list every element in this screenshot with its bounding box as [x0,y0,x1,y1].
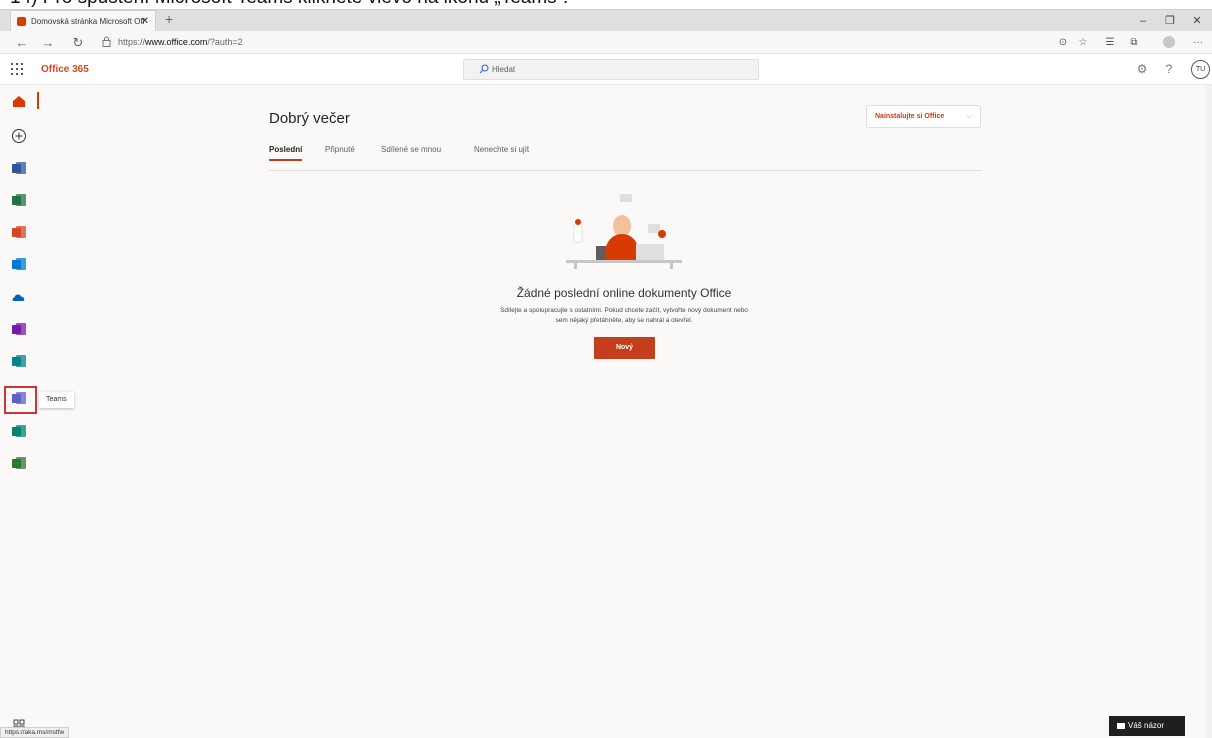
more-icon[interactable]: ··· [1188,31,1208,54]
rail-sharepoint-icon[interactable] [11,353,27,369]
rail-planner-icon[interactable] [11,455,27,471]
browser-tab-bar: Domovská stránka Microsoft Off ✕ + – ❐ ✕ [0,9,1212,32]
back-icon[interactable]: ← [12,31,32,54]
feedback-icon [1117,722,1125,729]
tab-discover[interactable]: Nenechte si ujít [474,145,529,154]
install-office-label: Nainstalujte si Office [875,113,945,120]
teams-highlight-box [4,386,37,414]
office-brand[interactable]: Office 365 [41,54,89,85]
teams-tooltip: Teams [39,392,74,408]
lock-icon [102,36,111,47]
url-field[interactable]: https://www.office.com/?auth=2 [118,31,243,54]
favorites-list-icon[interactable]: ☰ [1100,31,1120,54]
rail-word-icon[interactable] [11,160,27,176]
help-icon[interactable]: ? [1160,54,1178,85]
new-tab-button[interactable]: + [165,11,173,27]
rail-powerpoint-icon[interactable] [11,224,27,240]
tab-shared[interactable]: Sdílené se mnou [381,145,441,154]
tab-title: Domovská stránka Microsoft Off [31,17,145,26]
window-close-icon[interactable]: ✕ [1184,10,1210,32]
search-icon [479,64,489,74]
search-placeholder: Hledat [492,65,516,74]
refresh-icon[interactable]: ↻ [68,31,88,54]
empty-state-illustration [566,194,682,269]
new-document-button[interactable]: Nový [594,337,655,359]
tab-pinned[interactable]: Připnuté [325,145,355,154]
url-host: www.office.com [145,37,208,47]
restore-icon[interactable]: ❐ [1157,10,1183,32]
browser-tab[interactable]: Domovská stránka Microsoft Off ✕ [10,10,156,32]
forward-icon[interactable]: → [38,31,58,54]
screenshot-root: { "caption": "14) Pro spuštění Microsoft… [0,0,1212,738]
empty-state-description: Sdílejte a spolupracujte s ostatními. Po… [408,306,840,326]
rail-excel-icon[interactable] [11,192,27,208]
browser-profile-icon[interactable] [1163,36,1175,48]
reader-icon[interactable]: ⊙ [1053,31,1073,54]
tabs-divider [269,170,982,171]
rail-onedrive-icon[interactable] [11,289,27,305]
office-header: Office 365 Hledat ⚙ ? TU [0,54,1212,85]
chevron-down-icon: ⌵ [966,113,972,120]
search-box[interactable]: Hledat [463,59,759,80]
empty-state-title: Žádné poslední online dokumenty Office [516,286,732,300]
install-office-button[interactable]: Nainstalujte si Office ⌵ [866,105,981,128]
address-bar-row: ← → ↻ https://www.office.com/?auth=2 ⊙ ☆… [0,31,1212,54]
rail-home-icon[interactable] [11,93,27,109]
rail-create-icon[interactable] [11,128,27,144]
url-prefix: https:// [118,37,146,47]
page-title: Dobrý večer [269,110,350,127]
rail-sway-icon[interactable] [11,423,27,439]
tab-recent[interactable]: Poslední [269,145,303,161]
feedback-button[interactable]: Váš názor [1109,716,1185,736]
app-launcher-icon[interactable] [11,63,23,75]
collections-icon[interactable]: ⧉ [1124,31,1144,54]
active-indicator [37,92,39,109]
feedback-label: Váš názor [1128,721,1165,730]
empty-state-line-2: sem nějaký přetáhněte, aby se nahrál a o… [555,317,693,324]
user-avatar[interactable]: TU [1191,60,1210,79]
rail-outlook-icon[interactable] [11,256,27,272]
settings-gear-icon[interactable]: ⚙ [1133,54,1151,85]
page-scrollbar[interactable] [1205,85,1212,738]
minimize-icon[interactable]: – [1130,10,1156,32]
tab-close-icon[interactable]: ✕ [141,11,149,32]
status-bar-url: https://aka.ms/mstfw [0,727,70,738]
rail-onenote-icon[interactable] [11,321,27,337]
url-path: /?auth=2 [207,37,243,47]
favorite-star-icon[interactable]: ☆ [1073,31,1093,54]
instruction-caption: 14) Pro spuštění Microsoft Teams kliknět… [0,0,1212,9]
office-favicon-icon [17,17,26,26]
empty-state-line-1: Sdílejte a spolupracujte s ostatními. Po… [500,307,748,314]
